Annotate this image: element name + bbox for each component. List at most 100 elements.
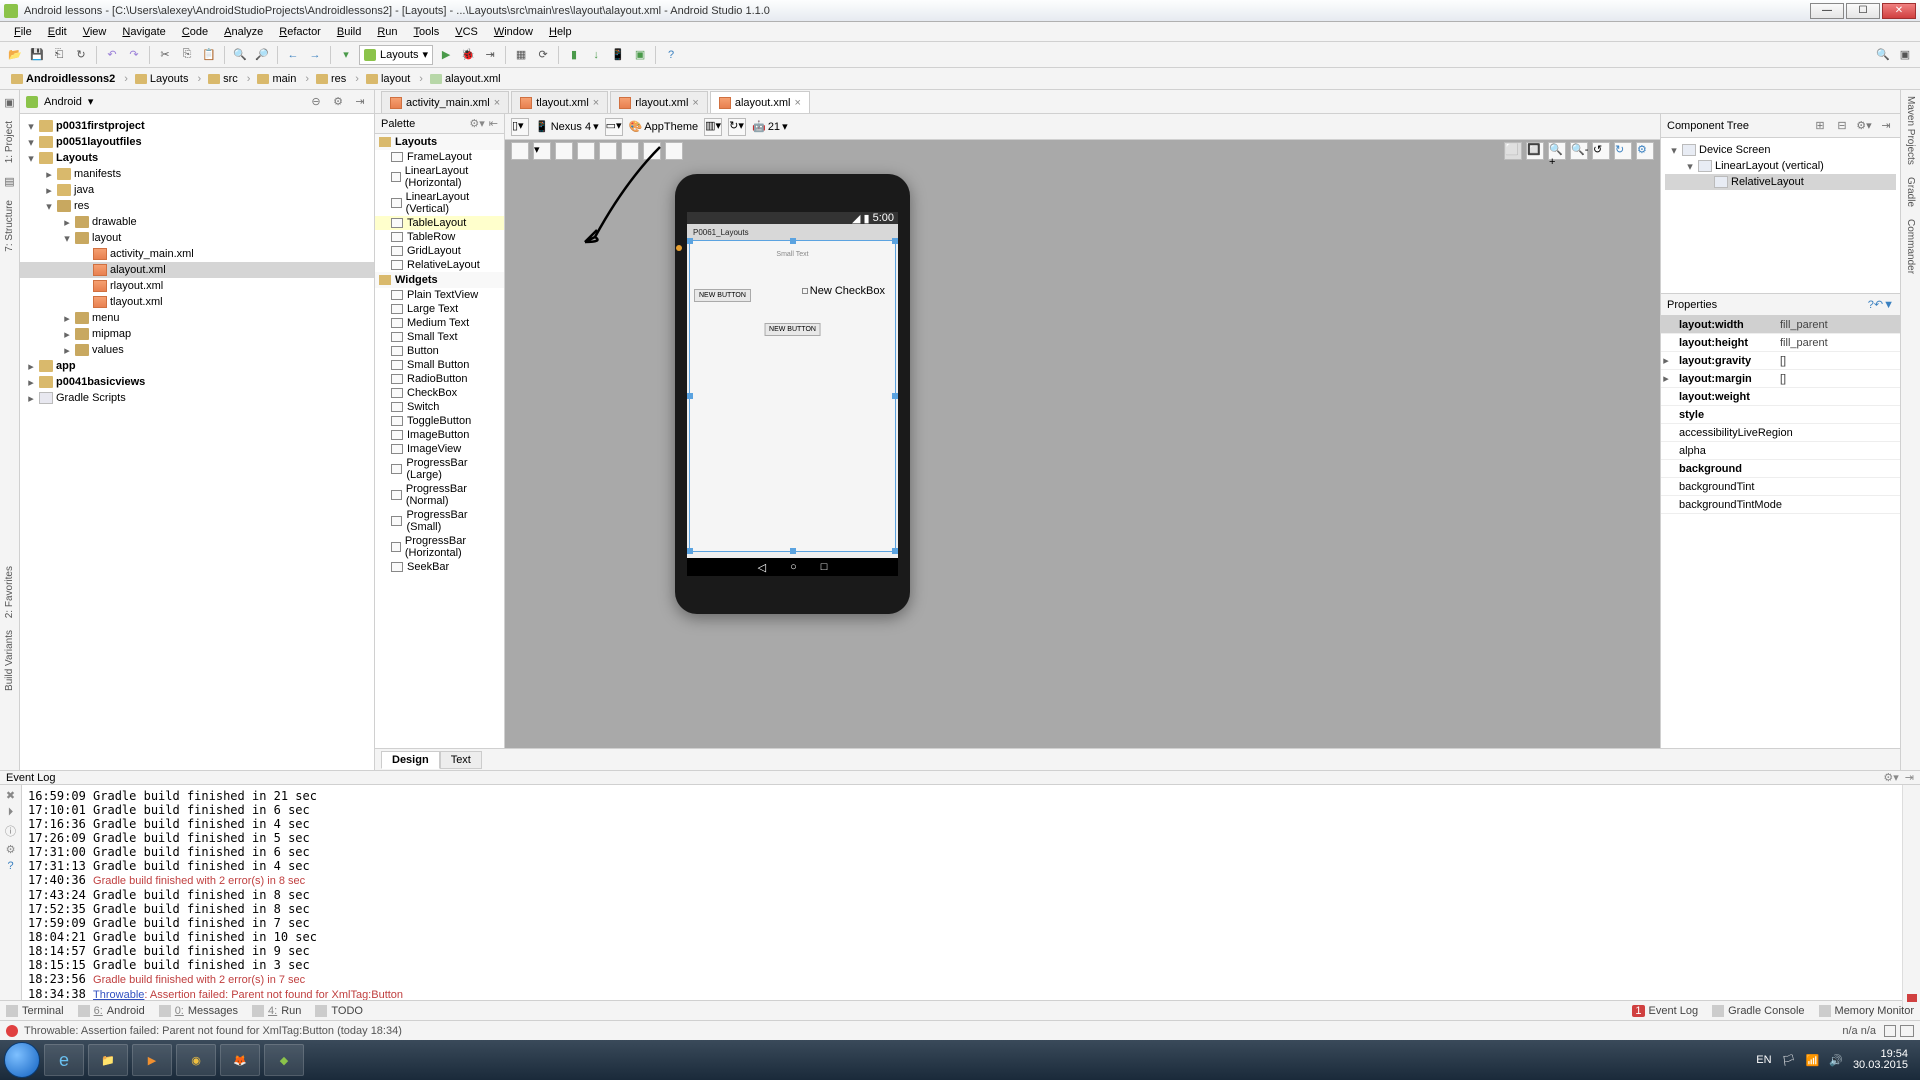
palette-item[interactable]: TableRow: [375, 230, 504, 244]
tree-row[interactable]: tlayout.xml: [20, 294, 374, 310]
tree-row[interactable]: ▸app: [20, 358, 374, 374]
bottom-tab[interactable]: 4: Run: [252, 1005, 301, 1017]
event-log-text[interactable]: 16:59:09 Gradle build finished in 21 sec…: [22, 785, 1902, 1006]
bottom-tab[interactable]: 0: Messages: [159, 1005, 238, 1017]
property-row[interactable]: background: [1661, 460, 1900, 478]
zoom-out-icon[interactable]: 🔍-: [1570, 142, 1588, 160]
ie-icon[interactable]: e: [44, 1044, 84, 1076]
forward-icon[interactable]: →: [306, 46, 324, 64]
maven-tab[interactable]: Maven Projects: [1905, 96, 1916, 165]
commander-tab[interactable]: Commander: [1905, 219, 1916, 274]
tree-row[interactable]: ▸Gradle Scripts: [20, 390, 374, 406]
project-tab-icon[interactable]: ▣: [4, 96, 14, 109]
gear-icon[interactable]: ⚙▾: [1883, 771, 1898, 784]
close-button[interactable]: ✕: [1882, 3, 1916, 19]
save-all-icon[interactable]: ⎗: [50, 46, 68, 64]
menu-run[interactable]: Run: [369, 24, 405, 40]
hide-icon[interactable]: ⇥: [1905, 771, 1914, 784]
tray-clock[interactable]: 19:54 30.03.2015: [1853, 1049, 1908, 1071]
gear-icon[interactable]: ⚙▾: [469, 117, 484, 130]
menu-vcs[interactable]: VCS: [447, 24, 486, 40]
hide-icon[interactable]: ⇥: [352, 94, 368, 110]
selected-layout[interactable]: Small Text NEW BUTTON New CheckBox NEW B…: [689, 240, 896, 552]
run-config-combo[interactable]: Layouts ▾: [359, 45, 433, 65]
device-combo[interactable]: 📱Nexus 4▾: [535, 120, 599, 133]
toolwindow-icon[interactable]: ▣: [1896, 46, 1914, 64]
palette-item[interactable]: Switch: [375, 400, 504, 414]
bottom-tab[interactable]: Terminal: [6, 1005, 64, 1017]
palette-item[interactable]: ToggleButton: [375, 414, 504, 428]
palette-item[interactable]: SeekBar: [375, 560, 504, 574]
sdk-icon[interactable]: ↓: [587, 46, 605, 64]
start-button[interactable]: [4, 1042, 40, 1078]
filter-icon[interactable]: ▼: [1883, 299, 1894, 311]
columns-icon[interactable]: ▾: [533, 142, 551, 160]
menu-navigate[interactable]: Navigate: [114, 24, 173, 40]
component-tree-row[interactable]: RelativeLayout: [1665, 174, 1896, 190]
reset-zoom-icon[interactable]: ↺: [1592, 142, 1610, 160]
bottom-tab[interactable]: Gradle Console: [1712, 1005, 1804, 1017]
filter-icon[interactable]: ⏵: [8, 806, 14, 819]
breadcrumb-item[interactable]: src: [203, 71, 243, 87]
tray-network-icon[interactable]: 📶: [1806, 1054, 1820, 1067]
property-row[interactable]: ▸layout:gravity[]: [1661, 352, 1900, 370]
property-row[interactable]: backgroundTintMode: [1661, 496, 1900, 514]
undo-icon[interactable]: ↶: [103, 46, 121, 64]
chevron-down-icon[interactable]: ▾: [88, 95, 94, 108]
settings-icon[interactable]: ⚙: [6, 843, 16, 856]
expand-icon[interactable]: ⊞: [1812, 118, 1828, 134]
tree-row[interactable]: ▸menu: [20, 310, 374, 326]
find-icon[interactable]: 🔍: [231, 46, 249, 64]
avd-icon[interactable]: ▮: [565, 46, 583, 64]
palette-item[interactable]: ProgressBar (Large): [375, 456, 504, 482]
dist-h-icon[interactable]: [643, 142, 661, 160]
search-everywhere-icon[interactable]: 🔍: [1874, 46, 1892, 64]
tree-row[interactable]: activity_main.xml: [20, 246, 374, 262]
property-row[interactable]: style: [1661, 406, 1900, 424]
breadcrumb-item[interactable]: Layouts: [130, 71, 194, 87]
tree-row[interactable]: ▸mipmap: [20, 326, 374, 342]
editor-tab[interactable]: alayout.xml×: [710, 91, 810, 113]
tree-row[interactable]: ▾p0031firstproject: [20, 118, 374, 134]
save-icon[interactable]: 💾: [28, 46, 46, 64]
palette-item[interactable]: ProgressBar (Horizontal): [375, 534, 504, 560]
close-tab-icon[interactable]: ×: [692, 97, 698, 109]
align-l-icon[interactable]: [555, 142, 573, 160]
editor-tab[interactable]: tlayout.xml×: [511, 91, 608, 113]
firefox-icon[interactable]: 🦊: [220, 1044, 260, 1076]
menu-build[interactable]: Build: [329, 24, 369, 40]
tree-row[interactable]: ▸java: [20, 182, 374, 198]
monitor-icon[interactable]: ▣: [631, 46, 649, 64]
structure-tab-icon[interactable]: ▤: [4, 175, 14, 188]
property-row[interactable]: backgroundTint: [1661, 478, 1900, 496]
tray-lang[interactable]: EN: [1756, 1054, 1771, 1066]
sync-icon[interactable]: ↻: [72, 46, 90, 64]
tree-row[interactable]: alayout.xml: [20, 262, 374, 278]
close-tab-icon[interactable]: ×: [794, 97, 800, 109]
dist-v-icon[interactable]: [665, 142, 683, 160]
activity-icon[interactable]: ↻▾: [728, 118, 746, 136]
theme-combo[interactable]: 🎨AppTheme: [629, 120, 699, 133]
menu-tools[interactable]: Tools: [406, 24, 448, 40]
zoom-in-icon[interactable]: 🔍+: [1548, 142, 1566, 160]
cut-icon[interactable]: ✂: [156, 46, 174, 64]
palette-item[interactable]: Medium Text: [375, 316, 504, 330]
palette-group[interactable]: Layouts: [375, 134, 504, 150]
palette-item[interactable]: Small Text: [375, 330, 504, 344]
close-tab-icon[interactable]: ×: [593, 97, 599, 109]
wmp-icon[interactable]: ▶: [132, 1044, 172, 1076]
build-variants-tab[interactable]: Build Variants: [4, 630, 15, 691]
bottom-tab[interactable]: 6: Android: [78, 1005, 145, 1017]
back-icon[interactable]: ←: [284, 46, 302, 64]
component-tree-row[interactable]: ▾LinearLayout (vertical): [1665, 158, 1896, 174]
settings-icon[interactable]: ⚙: [1636, 142, 1654, 160]
clear-icon[interactable]: ✖: [6, 789, 15, 802]
component-tree[interactable]: ▾Device Screen▾LinearLayout (vertical)Re…: [1661, 138, 1900, 293]
design-surface[interactable]: ▯▾ 📱Nexus 4▾ ▭▾ 🎨AppTheme ▥▾ ↻▾ 🤖21▾ ▾: [505, 114, 1660, 748]
tree-row[interactable]: ▸p0041basicviews: [20, 374, 374, 390]
chrome-icon[interactable]: ◉: [176, 1044, 216, 1076]
palette-item[interactable]: FrameLayout: [375, 150, 504, 164]
grid-icon[interactable]: [511, 142, 529, 160]
palette-item[interactable]: ProgressBar (Normal): [375, 482, 504, 508]
palette-item[interactable]: TableLayout: [375, 216, 504, 230]
